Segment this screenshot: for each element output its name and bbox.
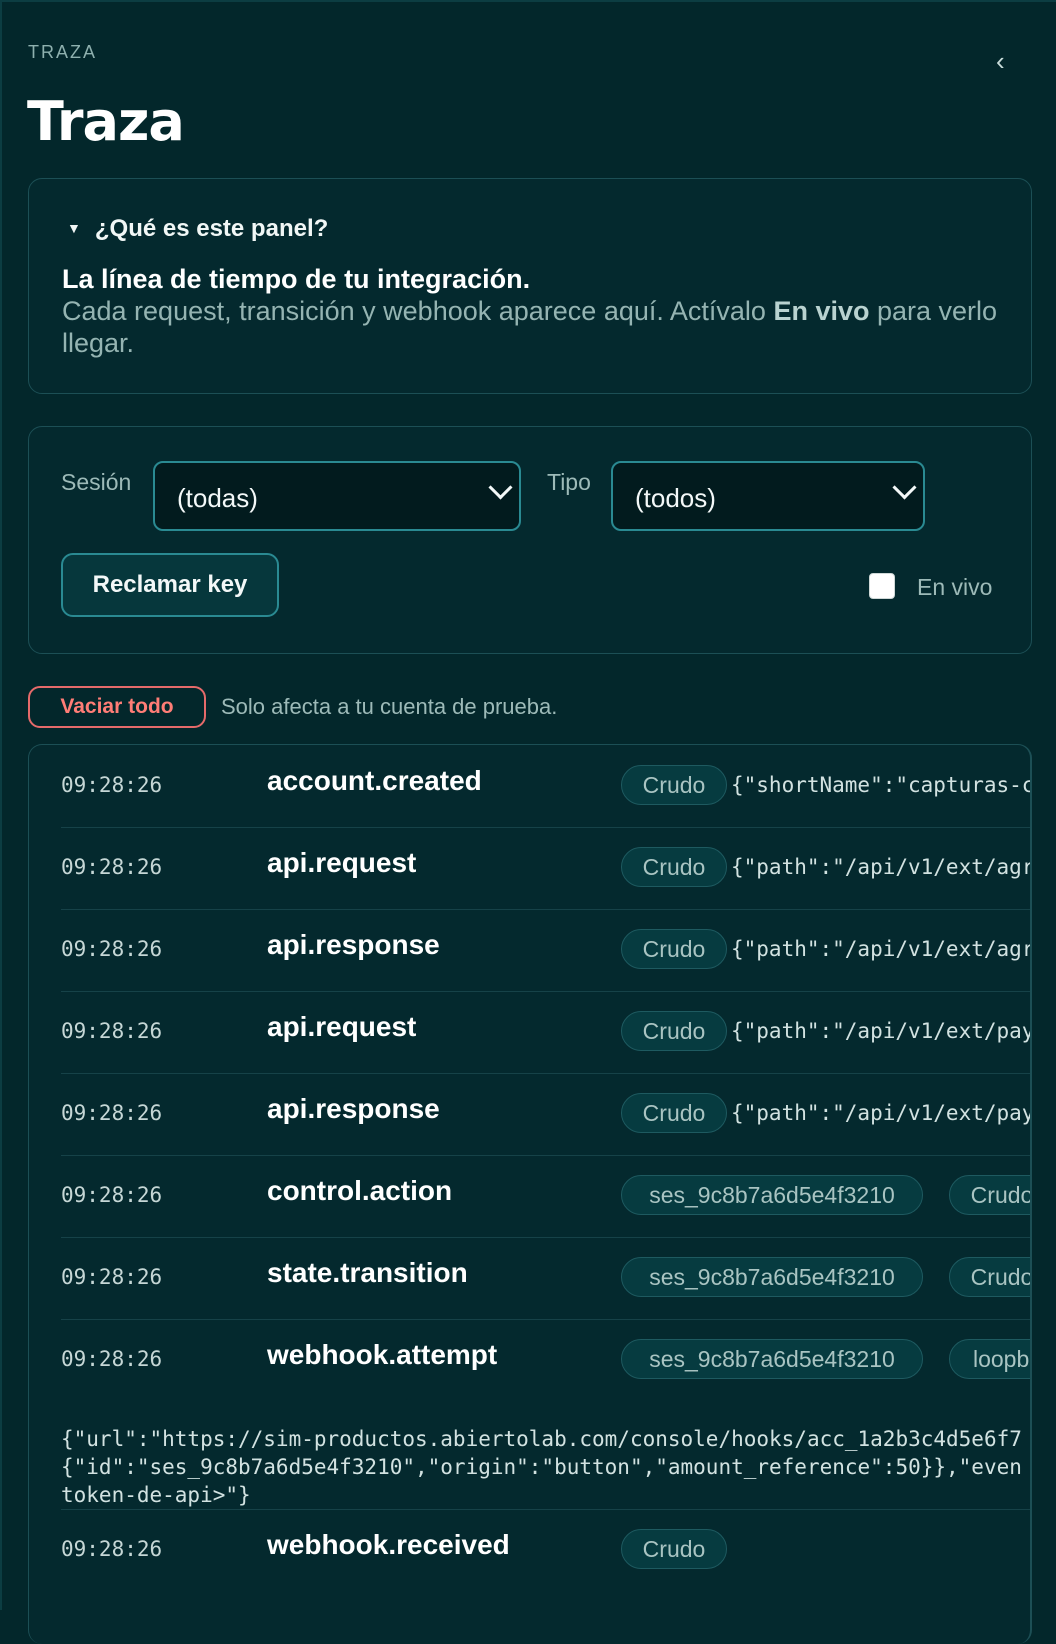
event-type: api.response <box>267 929 440 960</box>
loopback-chip[interactable]: loopback <box>949 1339 1030 1379</box>
payload-line: {"id":"ses_9c8b7a6d5e4f3210","origin":"b… <box>61 1455 1022 1479</box>
collapse-panel-button[interactable]: ‹ <box>996 46 1005 76</box>
event-type: account.created <box>267 765 482 796</box>
raw-chip[interactable]: Crudo <box>949 1257 1030 1297</box>
session-chip[interactable]: ses_9c8b7a6d5e4f3210 <box>621 1175 923 1215</box>
info-body-strong: En vivo <box>773 296 870 326</box>
event-time: 09:28:26 <box>61 1347 163 1371</box>
info-summary-label: ¿Qué es este panel? <box>94 215 329 242</box>
event-time: 09:28:26 <box>61 1019 163 1043</box>
chevron-down-icon <box>488 475 513 500</box>
events-list: 09:28:26 account.created Crudo {"shortNa… <box>28 744 1032 1644</box>
event-time: 09:28:26 <box>61 1265 163 1289</box>
event-payload: {"path":"/api/v1/ext/payme <box>731 1101 1032 1125</box>
raw-chip[interactable]: Crudo <box>621 929 727 969</box>
raw-chip[interactable]: Crudo <box>949 1175 1030 1215</box>
event-type: api.response <box>267 1093 440 1124</box>
info-body-before: Cada request, transición y webhook apare… <box>62 296 774 326</box>
event-type: webhook.attempt <box>267 1339 498 1370</box>
type-select-value: (todos) <box>635 483 716 513</box>
event-type: api.request <box>267 1011 417 1042</box>
event-type: state.transition <box>267 1257 468 1288</box>
event-payload-block: {"url":"https://sim-productos.abiertolab… <box>61 1425 1030 1509</box>
triangle-down-icon: ▼ <box>67 220 81 236</box>
raw-chip[interactable]: Crudo <box>621 1093 727 1133</box>
info-description: La línea de tiempo de tu integración. Ca… <box>62 263 1002 359</box>
raw-chip[interactable]: Crudo <box>621 1011 727 1051</box>
claim-key-button[interactable]: Reclamar key <box>61 553 279 617</box>
event-time: 09:28:26 <box>61 1101 163 1125</box>
session-chip[interactable]: ses_9c8b7a6d5e4f3210 <box>621 1257 923 1297</box>
live-label: En vivo <box>917 574 993 600</box>
event-time: 09:28:26 <box>61 1183 163 1207</box>
clear-note: Solo afecta a tu cuenta de prueba. <box>221 694 558 719</box>
event-row[interactable]: 09:28:26 webhook.received Crudo <box>61 1509 1030 1591</box>
raw-chip[interactable]: Crudo <box>621 847 727 887</box>
info-lead: La línea de tiempo de tu integración. <box>62 264 531 294</box>
raw-chip[interactable]: Crudo <box>621 765 727 805</box>
info-panel: ▼ ¿Qué es este panel? La línea de tiempo … <box>28 178 1032 394</box>
raw-chip[interactable]: Crudo <box>621 1529 727 1569</box>
clear-all-button[interactable]: Vaciar todo <box>28 686 206 728</box>
event-payload: {"path":"/api/v1/ext/agree <box>731 855 1032 879</box>
session-select-value: (todas) <box>177 483 258 513</box>
page-eyebrow: TRAZA <box>28 42 98 62</box>
event-row[interactable]: 09:28:26 api.request Crudo {"path":"/api… <box>61 827 1032 910</box>
event-payload: {"shortName":"capturas-cap <box>731 773 1032 797</box>
event-time: 09:28:26 <box>61 855 163 879</box>
event-row[interactable]: 09:28:26 api.request Crudo {"path":"/api… <box>61 991 1032 1074</box>
session-label: Sesión <box>61 469 132 495</box>
payload-line: token-de-api>"} <box>61 1483 251 1507</box>
event-row[interactable]: 09:28:26 control.action ses_9c8b7a6d5e4f… <box>61 1155 1030 1238</box>
event-type: webhook.received <box>267 1529 510 1560</box>
type-select[interactable]: (todos) <box>611 461 925 531</box>
session-chip[interactable]: ses_9c8b7a6d5e4f3210 <box>621 1339 923 1379</box>
event-row[interactable]: 09:28:26 state.transition ses_9c8b7a6d5e… <box>61 1237 1030 1320</box>
event-row[interactable]: 09:28:26 api.response Crudo {"path":"/ap… <box>61 909 1032 992</box>
session-select[interactable]: (todas) <box>153 461 521 531</box>
page-title: Traza <box>27 90 185 153</box>
event-payload: {"path":"/api/v1/ext/agree <box>731 937 1032 961</box>
event-row[interactable]: 09:28:26 api.response Crudo {"path":"/ap… <box>61 1073 1032 1156</box>
payload-line: {"url":"https://sim-productos.abiertolab… <box>61 1427 1022 1451</box>
event-time: 09:28:26 <box>61 1537 163 1561</box>
chevron-down-icon <box>892 475 917 500</box>
event-time: 09:28:26 <box>61 937 163 961</box>
event-payload: {"path":"/api/v1/ext/payme <box>731 1019 1032 1043</box>
event-type: control.action <box>267 1175 453 1206</box>
type-label: Tipo <box>547 469 591 495</box>
info-toggle[interactable]: ▼ ¿Qué es este panel? <box>67 215 328 243</box>
event-type: api.request <box>267 847 417 878</box>
event-row[interactable]: 09:28:26 account.created Crudo {"shortNa… <box>61 745 1032 828</box>
event-time: 09:28:26 <box>61 773 163 797</box>
live-checkbox[interactable] <box>869 573 895 599</box>
filters-panel: Sesión (todas) Tipo (todos) Reclamar key… <box>28 426 1032 654</box>
event-row[interactable]: 09:28:26 webhook.attempt ses_9c8b7a6d5e4… <box>61 1319 1030 1510</box>
